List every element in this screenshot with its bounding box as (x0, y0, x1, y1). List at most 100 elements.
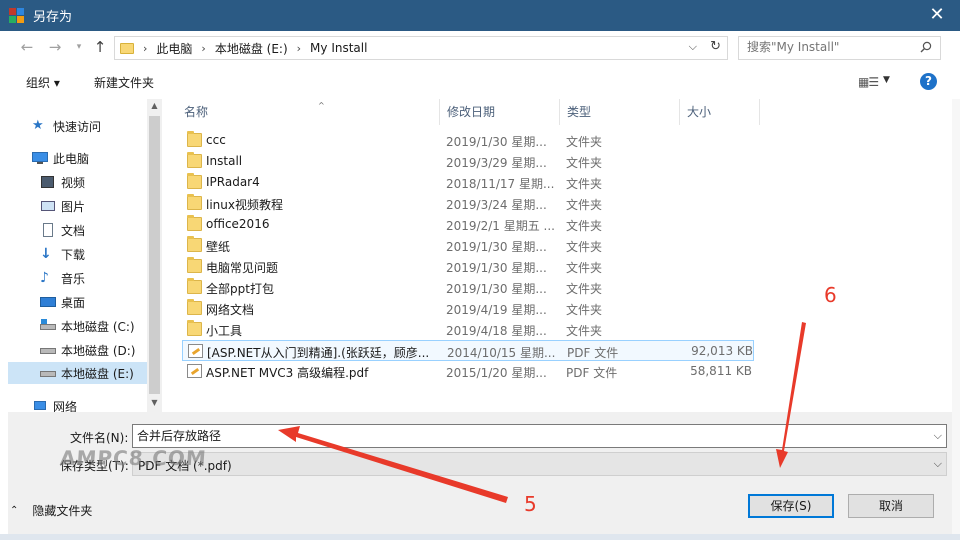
file-row[interactable]: 网络文档 2019/4/19 星期... 文件夹 (182, 298, 754, 319)
annotation-number-6: 6 (824, 283, 837, 307)
filename-input[interactable] (137, 428, 917, 442)
nav-item-label: 音乐 (61, 271, 86, 286)
pdf-file-icon (187, 364, 202, 378)
column-header-date[interactable]: 修改日期 (439, 99, 560, 125)
nav-item-label: 本地磁盘 (E:) (61, 366, 134, 381)
organize-button[interactable]: 组织 ▾ (26, 74, 60, 91)
file-name: linux视频教程 (206, 198, 283, 212)
file-type: 文件夹 (566, 282, 603, 296)
file-row[interactable]: 全部ppt打包 2019/1/30 星期... 文件夹 (182, 277, 754, 298)
up-arrow-icon[interactable]: ↑ (91, 39, 109, 55)
nav-item-documents[interactable]: 文档 (40, 219, 152, 241)
title-bar: 另存为 ✕ (0, 0, 960, 31)
desktop-icon (40, 295, 56, 309)
breadcrumb-this-pc[interactable]: 此电脑 (156, 40, 192, 57)
file-row[interactable]: ASP.NET MVC3 高级编程.pdf 2015/1/20 星期... PDF … (182, 361, 754, 382)
star-icon: ★ (32, 118, 44, 133)
back-arrow-icon[interactable]: ← (18, 39, 36, 55)
file-type: 文件夹 (566, 240, 603, 254)
chevron-down-icon[interactable]: ⌵ (934, 429, 942, 443)
file-row[interactable]: linux视频教程 2019/3/24 星期... 文件夹 (182, 193, 754, 214)
address-row: ← → ▾ ↑ › 此电脑 › 本地磁盘 (E:) › My Install ⌵… (0, 31, 960, 63)
file-row[interactable]: office2016 2019/2/1 星期五 ... 文件夹 (182, 214, 754, 235)
file-row[interactable]: IPRadar4 2018/11/17 星期... 文件夹 (182, 172, 754, 193)
hide-folders-toggle[interactable]: ⌃ 隐藏文件夹 (8, 502, 92, 519)
chevron-right-icon: › (296, 41, 302, 55)
nav-scrollbar[interactable]: ▲ ▼ (147, 99, 162, 412)
chevron-down-icon[interactable]: ⌵ (689, 40, 697, 54)
file-row[interactable]: 壁纸 2019/1/30 星期... 文件夹 (182, 235, 754, 256)
winrar-icon (9, 7, 25, 24)
folder-icon (187, 131, 202, 147)
breadcrumb-my-install[interactable]: My Install (310, 41, 367, 55)
nav-item-pictures[interactable]: 图片 (40, 195, 152, 217)
nav-item-music[interactable]: ♪ 音乐 (40, 267, 152, 289)
file-date: 2018/11/17 星期... (446, 177, 555, 191)
folder-icon (187, 173, 202, 189)
folder-icon (187, 194, 202, 210)
navigation-pane: ★ 快速访问 此电脑 视频 图片 文档 ↓ 下载 ♪ 音乐 桌面 本地磁盘 (C… (8, 99, 162, 412)
windows-drive-icon (40, 319, 56, 333)
nav-item-desktop[interactable]: 桌面 (40, 291, 152, 313)
refresh-icon[interactable]: ↻ (710, 39, 721, 54)
close-button[interactable]: ✕ (926, 5, 948, 25)
filename-field[interactable]: ⌵ (132, 424, 947, 448)
nav-item-this-pc[interactable]: 此电脑 (32, 147, 152, 169)
file-name: 网络文档 (206, 303, 255, 317)
search-input[interactable] (747, 40, 907, 54)
chevron-right-icon: › (201, 41, 206, 55)
nav-item-label: 此电脑 (53, 151, 90, 166)
folder-icon (187, 236, 202, 252)
watermark-logo: AMPC8.COM (59, 446, 208, 470)
nav-item-videos[interactable]: 视频 (40, 171, 152, 193)
folder-icon (187, 215, 202, 231)
recent-chevron-icon[interactable]: ▾ (70, 39, 88, 55)
address-bar[interactable]: › 此电脑 › 本地磁盘 (E:) › My Install ⌵ ↻ (114, 36, 728, 60)
folder-icon (187, 152, 202, 168)
forward-arrow-icon[interactable]: → (46, 39, 64, 55)
save-button[interactable]: 保存(S) (748, 494, 834, 518)
nav-item-drive-c[interactable]: 本地磁盘 (C:) (40, 315, 152, 337)
sort-ascending-icon: ^ (318, 101, 325, 110)
annotation-number-5: 5 (524, 492, 537, 516)
nav-item-network[interactable]: 网络 (32, 395, 152, 412)
file-row[interactable]: ccc 2019/1/30 星期... 文件夹 (182, 130, 754, 151)
folder-icon (187, 299, 202, 315)
cancel-button[interactable]: 取消 (848, 494, 934, 518)
file-name: 全部ppt打包 (206, 282, 274, 296)
column-header-name[interactable]: 名称 ^ (176, 99, 440, 125)
file-row[interactable]: [ASP.NET从入门到精通].(张跃廷，顾彦... 2014/10/15 星期.… (182, 340, 754, 361)
nav-item-label: 视频 (61, 175, 86, 190)
download-icon: ↓ (40, 246, 52, 262)
computer-icon (32, 151, 48, 165)
nav-item-drive-e[interactable]: 本地磁盘 (E:) (8, 362, 155, 384)
file-row[interactable]: 电脑常见问题 2019/1/30 星期... 文件夹 (182, 256, 754, 277)
command-toolbar: 组织 ▾ 新建文件夹 ▦☰ ▼ ? (0, 63, 960, 99)
search-box[interactable] (738, 36, 941, 60)
scroll-down-icon[interactable]: ▼ (149, 398, 160, 407)
folder-icon (187, 278, 202, 294)
help-icon[interactable]: ? (920, 73, 937, 90)
view-options-icon[interactable]: ▦☰ (858, 75, 879, 89)
filetype-select[interactable]: PDF 文档 (*.pdf) ⌵ (132, 452, 947, 476)
column-header-size[interactable]: 大小 (679, 99, 760, 125)
nav-item-drive-d[interactable]: 本地磁盘 (D:) (40, 339, 152, 361)
scroll-thumb[interactable] (149, 116, 160, 394)
chevron-down-icon[interactable]: ⌵ (934, 457, 942, 471)
column-header-type[interactable]: 类型 (559, 99, 680, 125)
scroll-up-icon[interactable]: ▲ (149, 101, 160, 110)
save-form-panel: 文件名(N): ⌵ 保存类型(T): PDF 文档 (*.pdf) ⌵ ⌃ 隐藏… (8, 412, 952, 534)
breadcrumb-drive-e[interactable]: 本地磁盘 (E:) (215, 40, 288, 57)
file-name: 壁纸 (206, 240, 231, 254)
file-name: ASP.NET MVC3 高级编程.pdf (206, 366, 369, 380)
picture-icon (40, 199, 56, 213)
file-type: 文件夹 (566, 135, 603, 149)
file-date: 2019/1/30 星期... (446, 240, 547, 254)
nav-item-downloads[interactable]: ↓ 下载 (40, 243, 152, 265)
new-folder-button[interactable]: 新建文件夹 (94, 74, 154, 91)
file-row[interactable]: 小工具 2019/4/18 星期... 文件夹 (182, 319, 754, 340)
chevron-down-icon[interactable]: ▼ (883, 75, 890, 85)
drive-icon (40, 343, 56, 357)
nav-item-quick-access[interactable]: ★ 快速访问 (32, 115, 152, 137)
file-row[interactable]: Install 2019/3/29 星期... 文件夹 (182, 151, 754, 172)
